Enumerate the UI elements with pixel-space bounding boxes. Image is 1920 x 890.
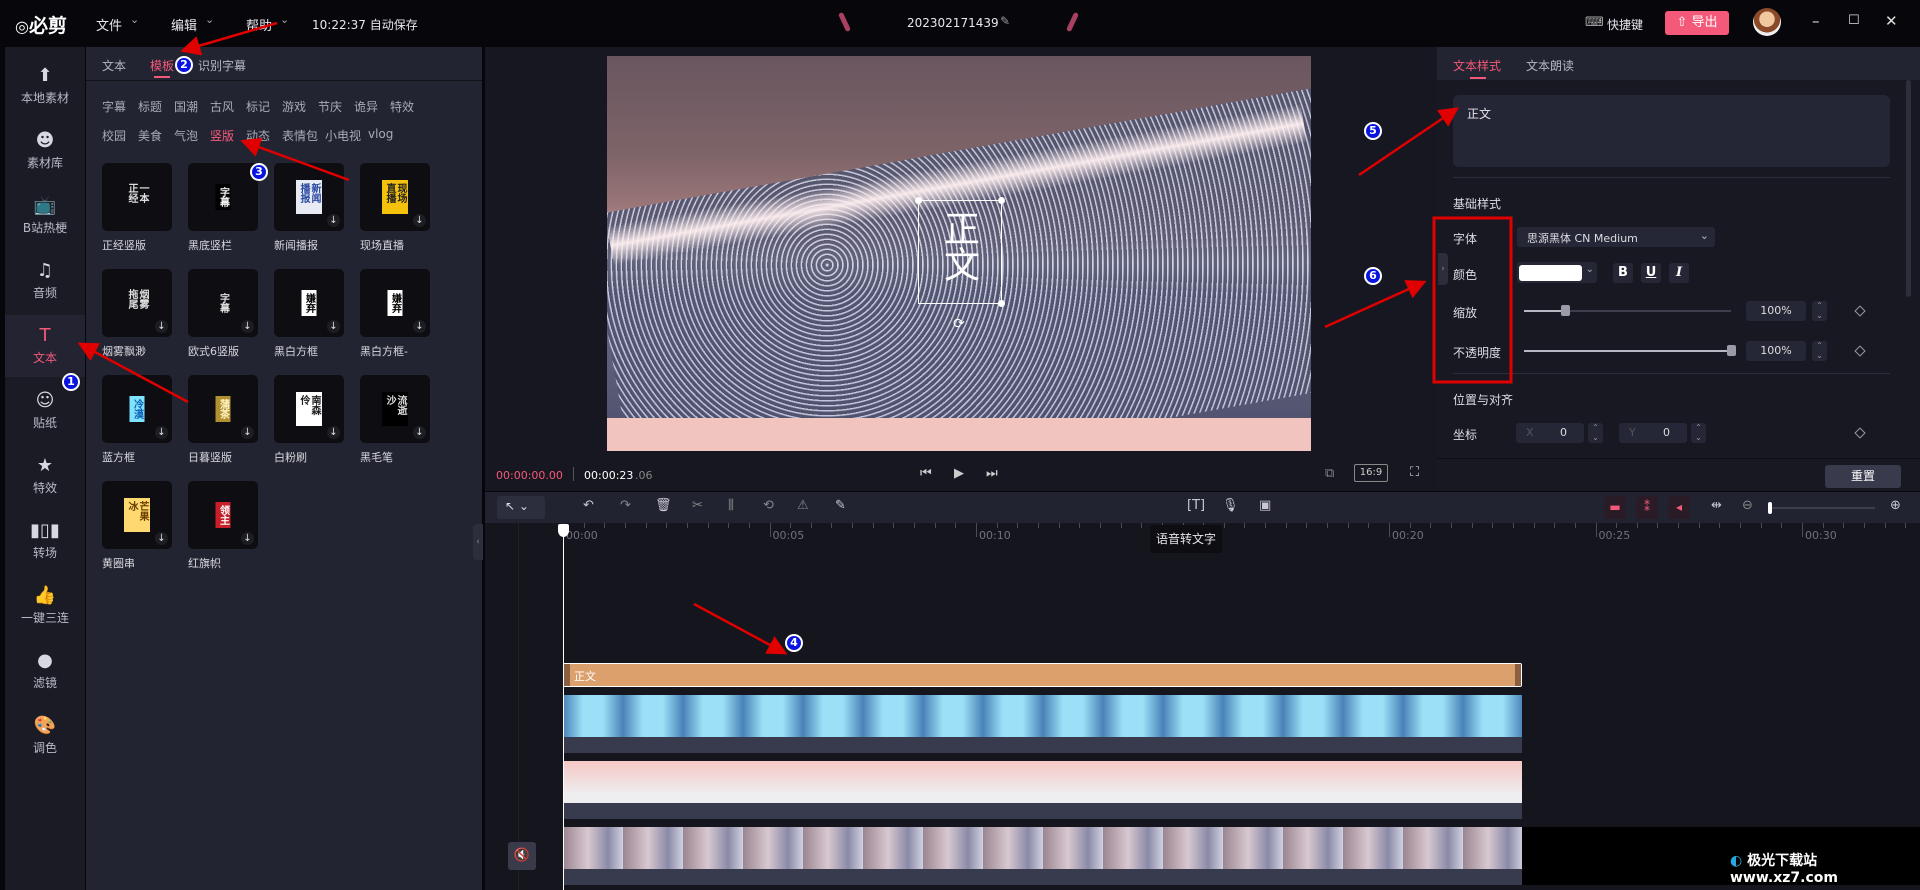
- annotation-arrow-2: [180, 21, 278, 56]
- annotation-badge: 1: [62, 373, 80, 391]
- annotation-highlight-box: [1432, 216, 1513, 384]
- annotation-badge: 2: [175, 56, 193, 74]
- annotation-arrow-6: [1324, 280, 1427, 329]
- annotation-arrow-1: [77, 342, 189, 404]
- annotation-badge: 3: [250, 163, 268, 181]
- annotation-arrow-5: [1358, 107, 1460, 177]
- annotation-arrow-4: [693, 602, 788, 655]
- annotation-badge: 4: [785, 634, 803, 652]
- annotation-arrows: [77, 21, 1513, 655]
- annotation-badge: 5: [1364, 122, 1382, 140]
- annotation-badge: 6: [1364, 267, 1382, 285]
